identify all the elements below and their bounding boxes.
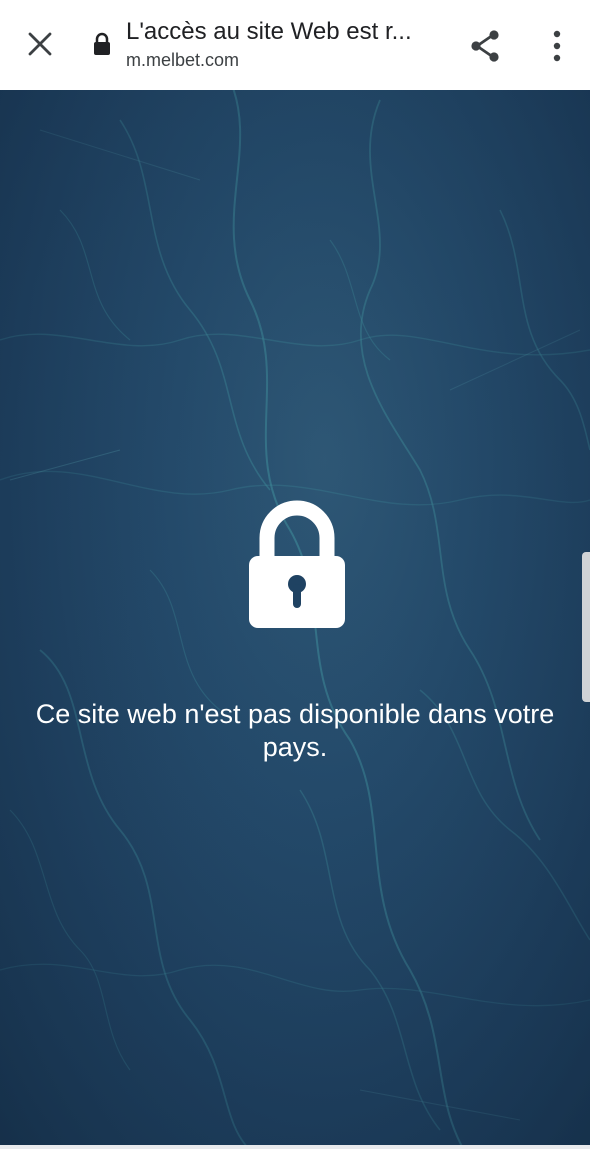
close-button[interactable] [20,24,60,64]
unavailable-message: Ce site web n'est pas disponible dans vo… [35,699,555,762]
menu-button[interactable] [540,24,574,68]
bottom-divider [0,1145,590,1149]
address-bar[interactable]: L'accès au site Web est r... m.melbet.co… [126,17,446,73]
blocked-page-content: Ce site web n'est pas disponible dans vo… [0,90,590,1145]
browser-toolbar: L'accès au site Web est r... m.melbet.co… [0,0,590,90]
lock-icon[interactable] [92,32,112,56]
more-vert-icon [553,30,561,62]
padlock-icon [249,500,345,628]
scrollbar-handle[interactable] [582,552,590,702]
share-button[interactable] [464,24,508,68]
close-icon [28,32,52,56]
page-url: m.melbet.com [126,50,240,70]
page-title: L'accès au site Web est r... [126,18,412,45]
share-icon [471,30,499,62]
